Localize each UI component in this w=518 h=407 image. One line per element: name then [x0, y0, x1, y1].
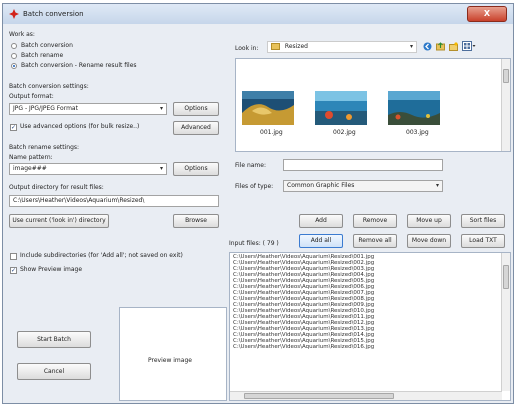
advanced-button[interactable]: Advanced: [173, 121, 219, 135]
app-icon: [9, 9, 19, 19]
name-pattern-input[interactable]: image### ▾: [9, 163, 167, 175]
move-down-button[interactable]: Move down: [407, 234, 451, 248]
list-item[interactable]: C:\Users\Heather\Videos\Aquarium\Resized…: [230, 344, 502, 350]
use-current-directory-button[interactable]: Use current ('look in') directory: [9, 214, 109, 228]
output-format-select[interactable]: JPG - JPG/JPEG Format ▾: [9, 103, 167, 115]
file-type-label: Files of type:: [235, 183, 274, 190]
thumbnail-003[interactable]: [388, 91, 440, 125]
name-pattern-value: image###: [13, 165, 47, 172]
add-all-button[interactable]: Add all: [299, 234, 343, 248]
preview-image-label: Preview image: [148, 357, 192, 364]
include-subdirectories-checkbox[interactable]: [10, 253, 17, 260]
thumbnail-002-name: 002.jpg: [333, 129, 356, 136]
thumbnail-view[interactable]: 001.jpg 002.jpg 003.jpg: [235, 58, 511, 152]
input-files-list[interactable]: C:\Users\Heather\Videos\Aquarium\Resized…: [229, 252, 511, 401]
vertical-scroll-thumb[interactable]: [503, 265, 509, 289]
cancel-button[interactable]: Cancel: [17, 363, 91, 380]
window-title: Batch conversion: [23, 10, 84, 18]
radio-batch-conversion-rename-label[interactable]: Batch conversion - Rename result files: [21, 62, 137, 69]
show-preview-checkbox[interactable]: ✓: [10, 267, 17, 274]
input-files-vertical-scrollbar[interactable]: [501, 253, 510, 391]
load-txt-button[interactable]: Load TXT: [461, 234, 505, 248]
close-icon: X: [483, 9, 491, 18]
output-format-label: Output format:: [9, 93, 54, 100]
rename-options-button[interactable]: Options: [173, 162, 219, 176]
file-type-value: Common Graphic Files: [287, 182, 355, 189]
input-files-label: Input files: ( 79 ): [229, 240, 279, 247]
file-type-select[interactable]: Common Graphic Files ▾: [283, 180, 443, 192]
name-pattern-label: Name pattern:: [9, 154, 53, 161]
chevron-down-icon: ▾: [409, 43, 413, 50]
back-icon[interactable]: [423, 42, 432, 51]
radio-batch-conversion-label[interactable]: Batch conversion: [21, 42, 73, 49]
folder-icon: [271, 43, 280, 50]
output-directory-value: C:\Users\Heather\Videos\Aquarium\Resized…: [13, 197, 145, 204]
thumbnail-003-name: 003.jpg: [406, 129, 429, 136]
chevron-down-icon: ▾: [159, 105, 163, 112]
preview-panel: Preview image: [119, 307, 227, 401]
output-directory-label: Output directory for result files:: [9, 184, 104, 191]
thumbnail-001-name: 001.jpg: [260, 129, 283, 136]
thumbnail-002[interactable]: [315, 91, 367, 125]
chevron-down-icon: ▾: [159, 165, 163, 172]
new-folder-icon[interactable]: [449, 42, 458, 51]
thumbnail-scroll-thumb[interactable]: [503, 69, 509, 83]
radio-batch-rename-label[interactable]: Batch rename: [21, 52, 63, 59]
rename-settings-label: Batch rename settings:: [9, 144, 80, 151]
look-in-label: Look in:: [235, 45, 259, 52]
horizontal-scroll-thumb[interactable]: [244, 393, 394, 399]
chevron-down-icon: ▾: [435, 182, 439, 189]
title-bar[interactable]: Batch conversion X: [3, 4, 513, 24]
file-name-label: File name:: [235, 162, 266, 169]
radio-batch-conversion[interactable]: [11, 43, 17, 49]
add-button[interactable]: Add: [299, 214, 343, 228]
up-folder-icon[interactable]: [436, 42, 445, 51]
browse-button[interactable]: Browse: [173, 214, 219, 228]
view-menu-icon[interactable]: [462, 41, 476, 51]
advanced-options-checkbox[interactable]: ✓: [10, 124, 17, 131]
thumbnail-scrollbar[interactable]: [501, 59, 510, 151]
look-in-select[interactable]: Resized ▾: [267, 41, 417, 53]
include-subdirectories-label[interactable]: Include subdirectories (for 'Add all'; n…: [20, 252, 183, 259]
remove-button[interactable]: Remove: [353, 214, 397, 228]
output-format-value: JPG - JPG/JPEG Format: [13, 105, 78, 112]
start-batch-button[interactable]: Start Batch: [17, 331, 91, 348]
format-options-button[interactable]: Options: [173, 102, 219, 116]
show-preview-label[interactable]: Show Preview image: [20, 266, 82, 273]
file-name-input[interactable]: [283, 159, 443, 171]
look-in-value: Resized: [284, 43, 308, 50]
work-as-label: Work as:: [9, 31, 35, 38]
close-button[interactable]: X: [467, 6, 507, 22]
batch-conversion-window: Batch conversion X Work as: Batch conver…: [2, 3, 514, 404]
conversion-settings-label: Batch conversion settings:: [9, 83, 89, 90]
radio-batch-conversion-rename[interactable]: [11, 63, 17, 69]
sort-files-button[interactable]: Sort files: [461, 214, 505, 228]
output-directory-input[interactable]: C:\Users\Heather\Videos\Aquarium\Resized…: [9, 195, 219, 207]
input-files-horizontal-scrollbar[interactable]: [230, 391, 502, 400]
advanced-options-label[interactable]: Use advanced options (for bulk resize..): [20, 123, 139, 130]
thumbnail-001[interactable]: [242, 91, 294, 125]
move-up-button[interactable]: Move up: [407, 214, 451, 228]
remove-all-button[interactable]: Remove all: [353, 234, 397, 248]
radio-batch-rename[interactable]: [11, 53, 17, 59]
